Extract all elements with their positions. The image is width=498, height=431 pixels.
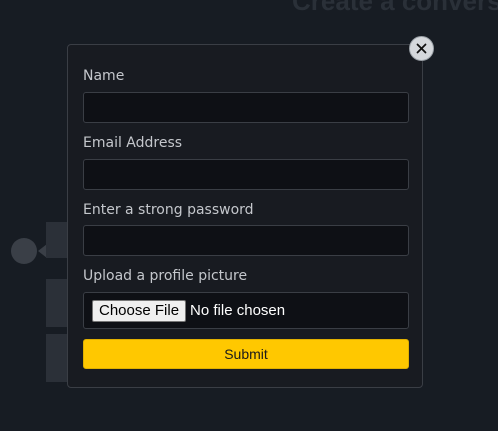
background-card	[46, 222, 68, 258]
page: Create a convers Name Email Address Ente…	[0, 0, 498, 431]
close-button[interactable]	[409, 36, 434, 61]
background-card	[46, 334, 68, 382]
upload-label: Upload a profile picture	[83, 268, 248, 284]
submit-button[interactable]: Submit	[83, 339, 409, 369]
background-avatar	[11, 238, 37, 264]
email-label: Email Address	[83, 135, 183, 151]
choose-file-button[interactable]: Choose File	[92, 299, 187, 322]
password-label: Enter a strong password	[83, 202, 254, 218]
profile-picture-file-input[interactable]: Choose File No file chosen	[83, 292, 409, 329]
close-icon	[416, 43, 427, 54]
name-input[interactable]	[83, 92, 409, 123]
email-input[interactable]	[83, 159, 409, 190]
password-input[interactable]	[83, 225, 409, 256]
name-label: Name	[83, 68, 125, 84]
background-heading: Create a convers	[292, 0, 498, 16]
background-card	[46, 279, 68, 327]
signup-modal: Name Email Address Enter a strong passwo…	[67, 44, 423, 388]
file-status-text: No file chosen	[190, 302, 286, 319]
